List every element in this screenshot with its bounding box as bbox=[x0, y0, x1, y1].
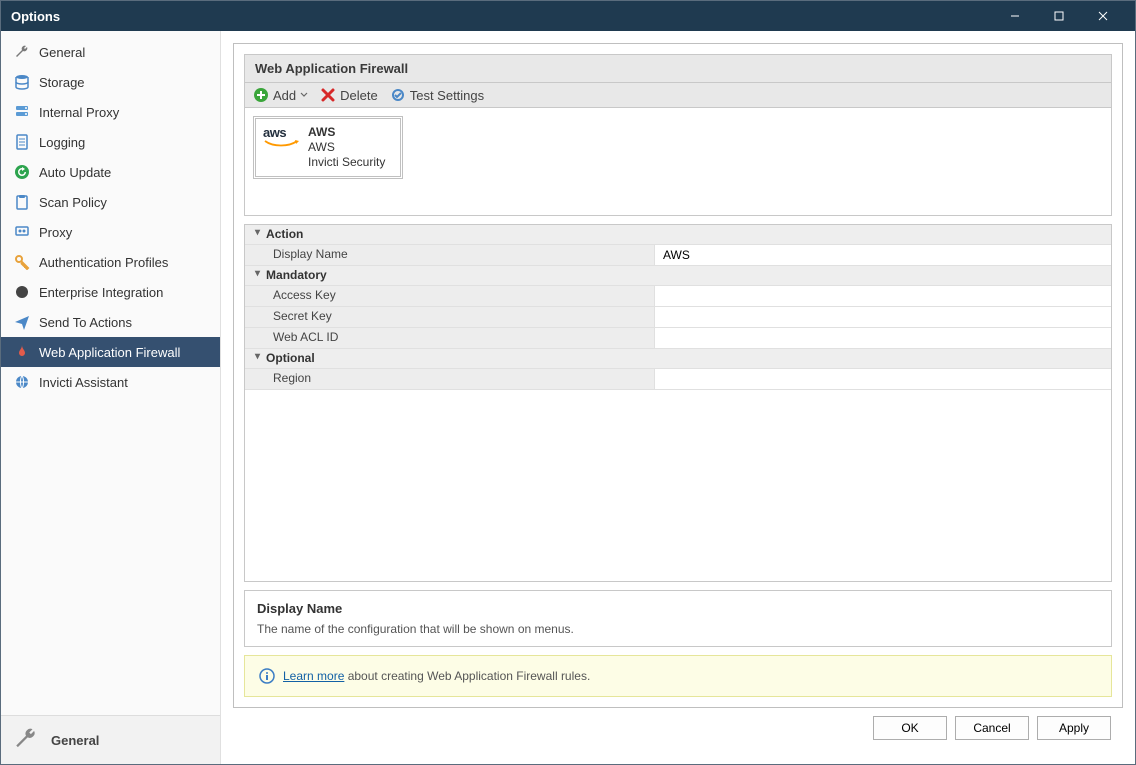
region-input[interactable] bbox=[661, 371, 1105, 387]
web-acl-input[interactable] bbox=[661, 330, 1105, 346]
database-icon bbox=[13, 73, 31, 91]
sidebar-item-label: Send To Actions bbox=[39, 315, 132, 330]
window-title: Options bbox=[11, 9, 993, 24]
apply-button[interactable]: Apply bbox=[1037, 716, 1111, 740]
sidebar-item-label: Auto Update bbox=[39, 165, 111, 180]
sidebar-item-label: Web Application Firewall bbox=[39, 345, 180, 360]
refresh-icon bbox=[13, 163, 31, 181]
sidebar-item-internal-proxy[interactable]: Internal Proxy bbox=[1, 97, 220, 127]
sidebar-item-label: Enterprise Integration bbox=[39, 285, 163, 300]
prop-row-web-acl: Web ACL ID bbox=[245, 328, 1111, 349]
display-name-input[interactable] bbox=[661, 247, 1105, 263]
sidebar-footer[interactable]: General bbox=[1, 715, 220, 764]
description-title: Display Name bbox=[257, 601, 1099, 616]
prop-group-action[interactable]: Action bbox=[245, 225, 1111, 245]
ok-button[interactable]: OK bbox=[873, 716, 947, 740]
sidebar-item-label: Invicti Assistant bbox=[39, 375, 128, 390]
wrench-icon bbox=[13, 726, 41, 754]
content-area: Web Application Firewall Add Delete bbox=[221, 31, 1135, 764]
sidebar-item-label: General bbox=[39, 45, 85, 60]
sidebar-item-assistant[interactable]: Invicti Assistant bbox=[1, 367, 220, 397]
sidebar-list: General Storage Internal Proxy bbox=[1, 31, 220, 715]
prop-row-region: Region bbox=[245, 369, 1111, 390]
description-box: Display Name The name of the configurati… bbox=[244, 590, 1112, 647]
property-grid: Action Display Name Mandatory Access Key… bbox=[244, 224, 1112, 582]
x-icon bbox=[320, 87, 336, 103]
key-icon bbox=[13, 253, 31, 271]
info-text: about creating Web Application Firewall … bbox=[344, 669, 590, 683]
sidebar-item-waf[interactable]: Web Application Firewall bbox=[1, 337, 220, 367]
info-bar: Learn more about creating Web Applicatio… bbox=[244, 655, 1112, 697]
test-settings-button[interactable]: Test Settings bbox=[390, 87, 484, 103]
gear-check-icon bbox=[390, 87, 406, 103]
access-key-input[interactable] bbox=[661, 288, 1105, 304]
sidebar: General Storage Internal Proxy bbox=[1, 31, 221, 764]
card-type: AWS bbox=[308, 140, 385, 155]
info-icon bbox=[259, 668, 275, 684]
toolbar: Add Delete Test Settings bbox=[244, 83, 1112, 108]
wrench-icon bbox=[13, 43, 31, 61]
sidebar-item-label: Internal Proxy bbox=[39, 105, 119, 120]
profile-list: aws AWS AWS Invicti Security bbox=[244, 108, 1112, 216]
sidebar-item-logging[interactable]: Logging bbox=[1, 127, 220, 157]
circle-icon bbox=[13, 283, 31, 301]
learn-more-link[interactable]: Learn more bbox=[283, 669, 344, 683]
sidebar-item-label: Authentication Profiles bbox=[39, 255, 168, 270]
prop-row-access-key: Access Key bbox=[245, 286, 1111, 307]
sidebar-item-proxy[interactable]: Proxy bbox=[1, 217, 220, 247]
titlebar: Options bbox=[1, 1, 1135, 31]
maximize-button[interactable] bbox=[1037, 1, 1081, 31]
sidebar-footer-label: General bbox=[51, 733, 99, 748]
sidebar-item-label: Proxy bbox=[39, 225, 72, 240]
clipboard-icon bbox=[13, 193, 31, 211]
aws-logo-icon: aws bbox=[262, 125, 300, 147]
server-icon bbox=[13, 103, 31, 121]
sidebar-item-auto-update[interactable]: Auto Update bbox=[1, 157, 220, 187]
sidebar-item-scan-policy[interactable]: Scan Policy bbox=[1, 187, 220, 217]
sidebar-item-label: Storage bbox=[39, 75, 85, 90]
document-icon bbox=[13, 133, 31, 151]
firewall-icon bbox=[13, 343, 31, 361]
waf-panel: Web Application Firewall Add Delete bbox=[233, 43, 1123, 708]
card-title: AWS bbox=[308, 125, 385, 140]
card-vendor: Invicti Security bbox=[308, 155, 385, 170]
sidebar-item-label: Logging bbox=[39, 135, 85, 150]
options-window: Options General bbox=[0, 0, 1136, 765]
sidebar-item-storage[interactable]: Storage bbox=[1, 67, 220, 97]
sidebar-item-general[interactable]: General bbox=[1, 37, 220, 67]
profile-card-aws[interactable]: aws AWS AWS Invicti Security bbox=[253, 116, 403, 179]
sidebar-item-send-to[interactable]: Send To Actions bbox=[1, 307, 220, 337]
secret-key-input[interactable] bbox=[661, 309, 1105, 325]
add-button[interactable]: Add bbox=[253, 87, 308, 103]
prop-row-display-name: Display Name bbox=[245, 245, 1111, 266]
send-icon bbox=[13, 313, 31, 331]
prop-row-secret-key: Secret Key bbox=[245, 307, 1111, 328]
prop-group-optional[interactable]: Optional bbox=[245, 349, 1111, 369]
globe-icon bbox=[13, 373, 31, 391]
dialog-footer: OK Cancel Apply bbox=[233, 708, 1123, 752]
plus-icon bbox=[253, 87, 269, 103]
sidebar-item-auth-profiles[interactable]: Authentication Profiles bbox=[1, 247, 220, 277]
cancel-button[interactable]: Cancel bbox=[955, 716, 1029, 740]
chevron-down-icon bbox=[300, 91, 308, 99]
panel-title: Web Application Firewall bbox=[244, 54, 1112, 83]
close-button[interactable] bbox=[1081, 1, 1125, 31]
minimize-button[interactable] bbox=[993, 1, 1037, 31]
delete-button[interactable]: Delete bbox=[320, 87, 378, 103]
network-icon bbox=[13, 223, 31, 241]
sidebar-item-enterprise[interactable]: Enterprise Integration bbox=[1, 277, 220, 307]
sidebar-item-label: Scan Policy bbox=[39, 195, 107, 210]
description-text: The name of the configuration that will … bbox=[257, 622, 1099, 636]
prop-group-mandatory[interactable]: Mandatory bbox=[245, 266, 1111, 286]
